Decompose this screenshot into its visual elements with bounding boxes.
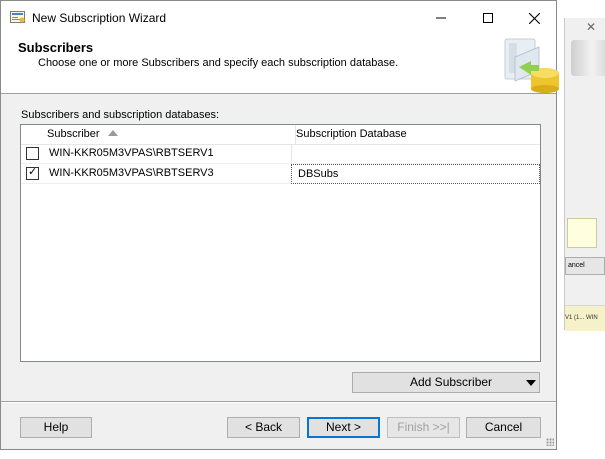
next-button[interactable]: Next > bbox=[307, 417, 380, 438]
back-button[interactable]: < Back bbox=[227, 417, 300, 438]
background-window: ✕ ancel V1 (1... WIN bbox=[564, 18, 605, 331]
wizard-app-icon bbox=[10, 11, 25, 23]
wizard-dialog: New Subscription Wizard Subscribers Choo… bbox=[0, 0, 559, 450]
background-close-icon[interactable]: ✕ bbox=[586, 20, 596, 34]
subscriber-checkbox[interactable] bbox=[26, 147, 39, 160]
button-separator bbox=[1, 401, 556, 403]
subscriber-checkbox[interactable]: ✓ bbox=[26, 165, 39, 180]
add-subscriber-label: Add Subscriber bbox=[410, 375, 493, 389]
subscriber-name: WIN-KKR05M3VPAS\RBTSERV3 bbox=[49, 167, 214, 179]
add-subscriber-button[interactable]: Add Subscriber bbox=[352, 372, 540, 393]
cancel-button[interactable]: Cancel bbox=[466, 417, 541, 438]
checkmark-icon: ✓ bbox=[28, 165, 38, 178]
window-title: New Subscription Wizard bbox=[32, 11, 167, 25]
sort-ascending-icon bbox=[107, 130, 118, 136]
column-header-subscriber[interactable]: Subscriber bbox=[43, 125, 296, 144]
close-icon bbox=[528, 12, 540, 24]
close-button[interactable] bbox=[511, 1, 557, 35]
background-cancel-button[interactable]: ancel bbox=[565, 257, 605, 275]
resize-grip-icon[interactable] bbox=[546, 438, 554, 446]
page-subtitle: Choose one or more Subscribers and speci… bbox=[38, 57, 399, 69]
table-row[interactable]: WIN-KKR05M3VPAS\RBTSERV1 bbox=[21, 144, 540, 164]
title-bar: New Subscription Wizard bbox=[1, 1, 556, 35]
subscription-database-cell[interactable]: DBSubs bbox=[291, 164, 540, 184]
maximize-button[interactable] bbox=[465, 1, 511, 35]
column-header-subscription-database[interactable]: Subscription Database bbox=[293, 125, 407, 144]
background-status-bar: V1 (1... WIN bbox=[565, 305, 605, 331]
wizard-database-graphic-icon bbox=[504, 38, 559, 93]
background-tooltip-area bbox=[567, 218, 597, 248]
wizard-header: Subscribers Choose one or more Subscribe… bbox=[1, 35, 559, 94]
minimize-icon bbox=[436, 17, 446, 19]
background-wizard-graphic bbox=[571, 40, 605, 76]
maximize-icon bbox=[483, 13, 493, 23]
table-row[interactable]: ✓ WIN-KKR05M3VPAS\RBTSERV3 DBSubs bbox=[21, 164, 540, 184]
column-header-subscriber-label: Subscriber bbox=[47, 128, 100, 140]
page-title: Subscribers bbox=[18, 40, 94, 55]
subscribers-grid[interactable]: Subscriber Subscription Database WIN-KKR… bbox=[20, 124, 541, 362]
help-button[interactable]: Help bbox=[20, 417, 92, 438]
subscription-database-cell[interactable] bbox=[291, 144, 539, 163]
minimize-button[interactable] bbox=[418, 1, 464, 35]
subscriber-name: WIN-KKR05M3VPAS\RBTSERV1 bbox=[49, 147, 214, 159]
dropdown-arrow-icon bbox=[526, 380, 536, 386]
finish-button[interactable]: Finish >>| bbox=[387, 417, 460, 438]
grid-header: Subscriber Subscription Database bbox=[21, 125, 540, 145]
subscribers-list-label: Subscribers and subscription databases: bbox=[21, 109, 220, 121]
